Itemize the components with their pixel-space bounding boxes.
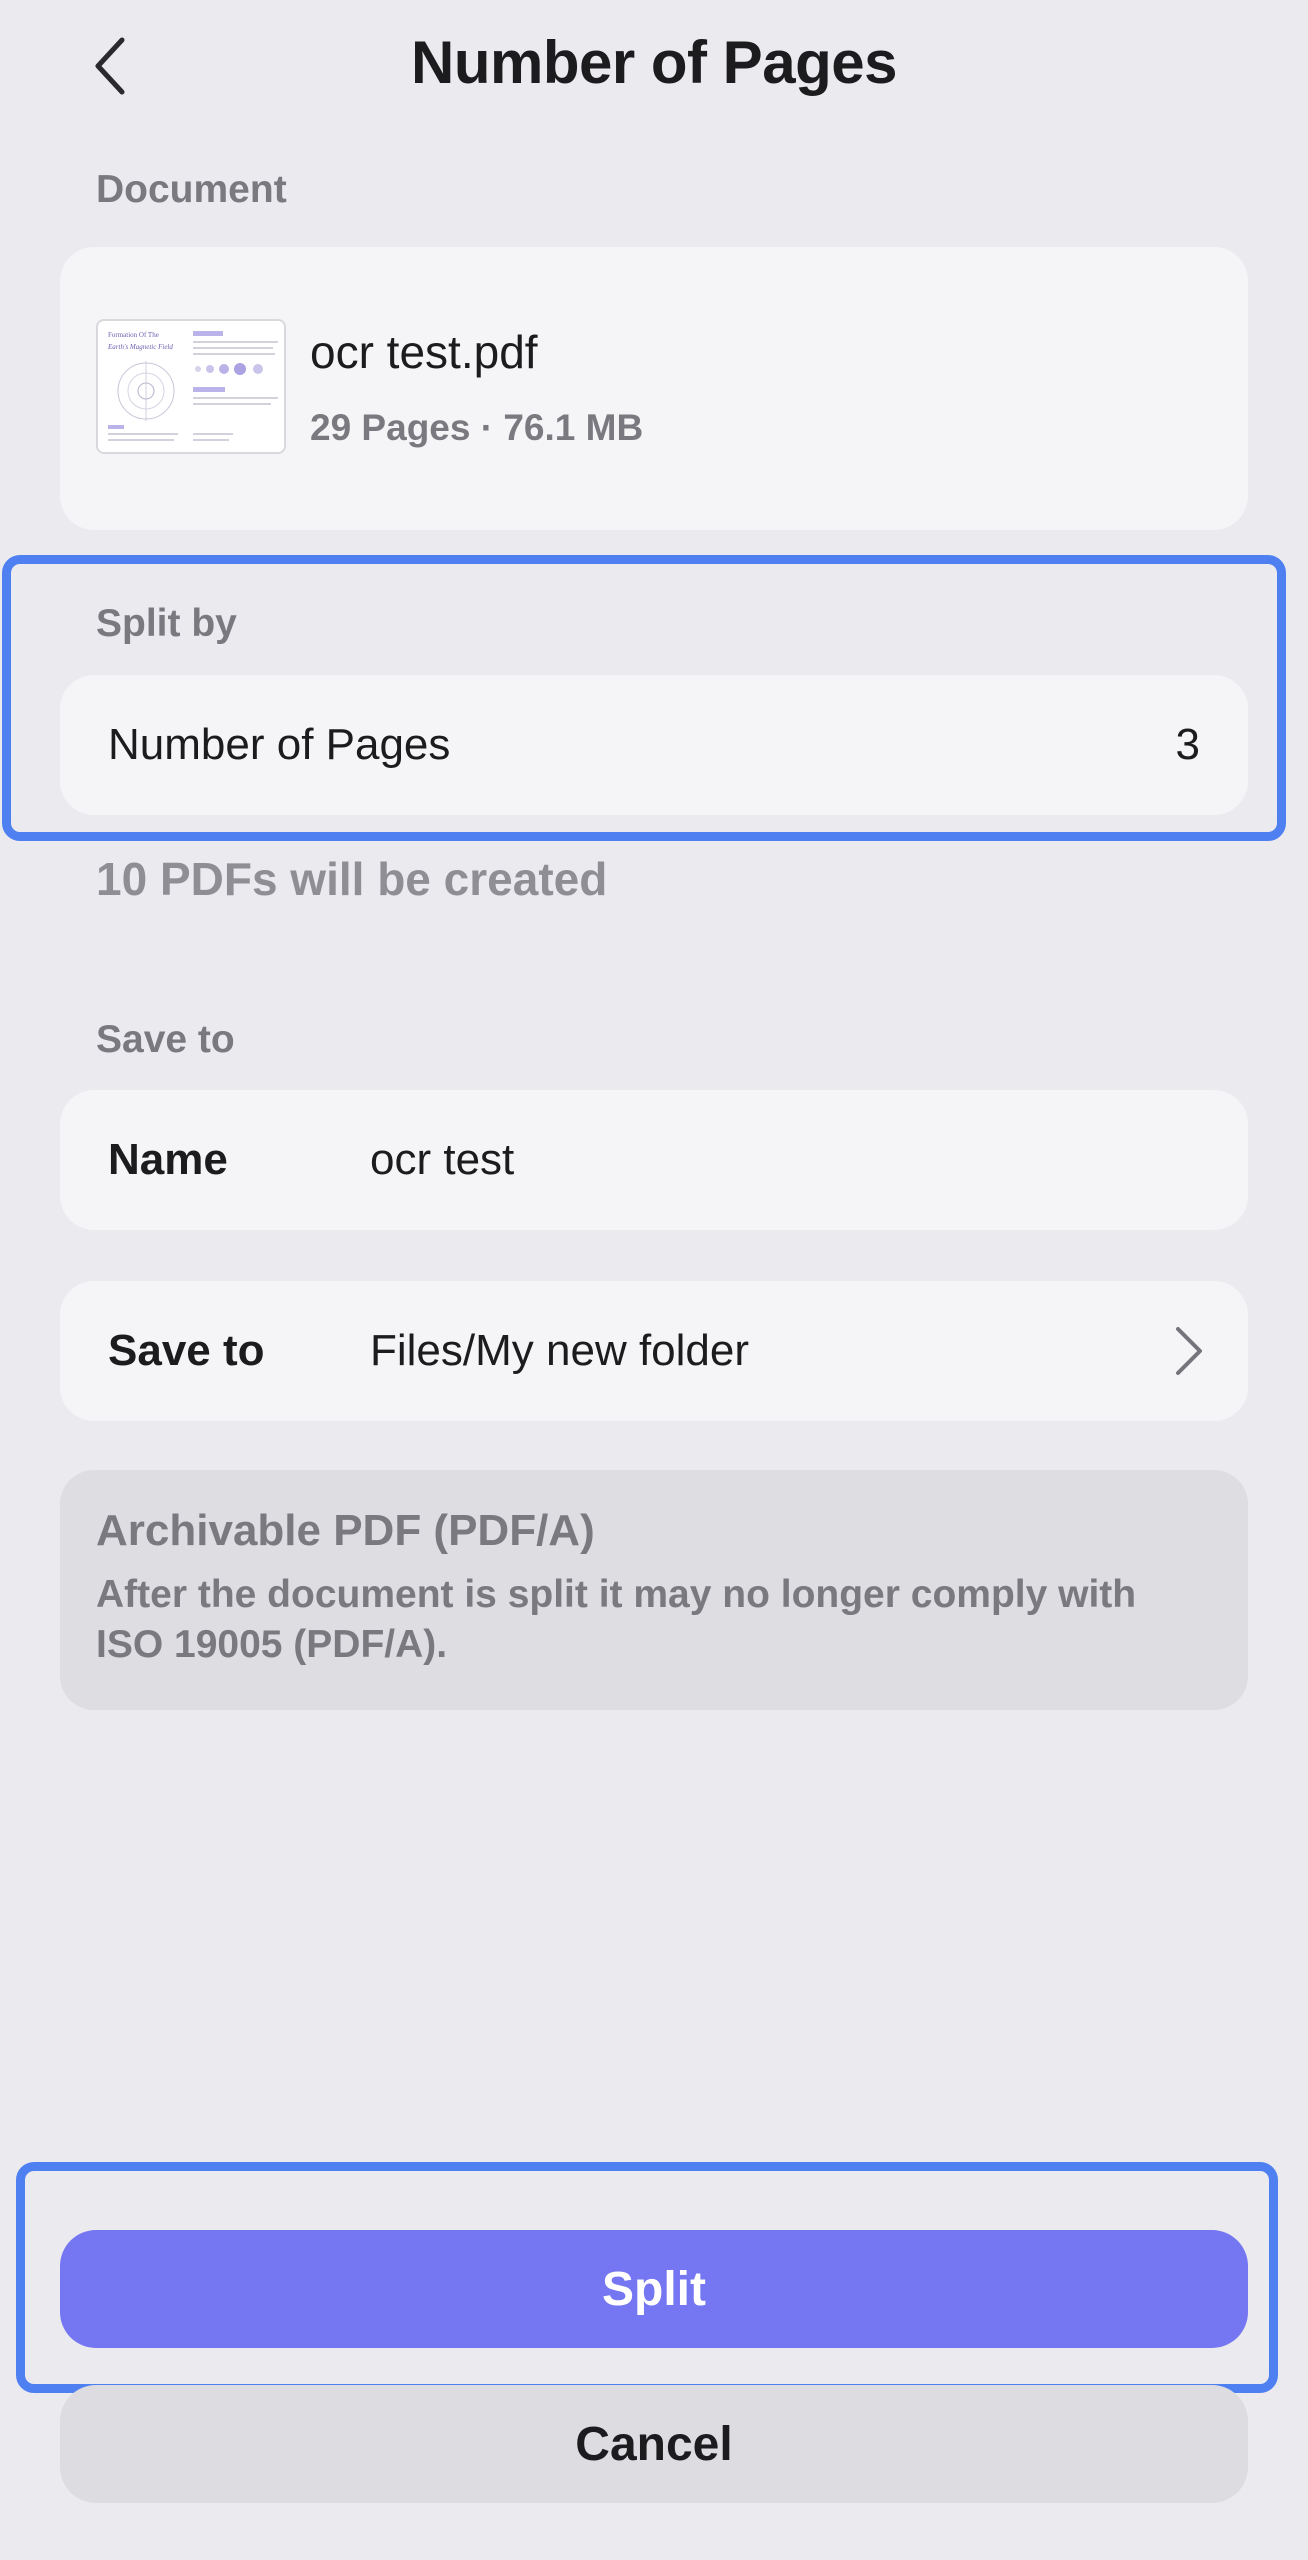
save-to-card[interactable]: Save to Files/My new folder (60, 1281, 1248, 1421)
document-meta: 29 Pages · 76.1 MB (310, 407, 644, 448)
svg-text:Formation Of The: Formation Of The (108, 331, 159, 339)
save-to-section-label: Save to (96, 1018, 235, 1061)
save-to-value: Files/My new folder (370, 1326, 750, 1375)
split-by-card[interactable]: Number of Pages 3 (60, 675, 1248, 815)
name-value[interactable]: ocr test (370, 1135, 514, 1185)
name-card[interactable]: Name ocr test (60, 1090, 1248, 1230)
split-by-row[interactable]: Number of Pages 3 (60, 675, 1248, 815)
save-to-row[interactable]: Save to Files/My new folder (60, 1281, 1248, 1421)
save-to-label: Save to (108, 1326, 265, 1375)
pdfa-text: After the document is split it may no lo… (96, 1573, 1137, 1666)
chevron-right-icon (1176, 1327, 1202, 1375)
document-card: Formation Of The Earth's Magnetic Field (60, 247, 1248, 530)
cancel-button[interactable]: Cancel (60, 2385, 1248, 2503)
document-section-label: Document (96, 168, 287, 211)
svg-text:Earth's Magnetic Field: Earth's Magnetic Field (107, 343, 173, 351)
split-by-value: 3 (1175, 720, 1200, 769)
split-by-label: Number of Pages (108, 720, 451, 769)
page-title: Number of Pages (411, 29, 897, 96)
split-button[interactable]: Split (60, 2230, 1248, 2348)
thumbnail-preview-icon: Formation Of The Earth's Magnetic Field (107, 331, 278, 441)
pdfs-created-note: 10 PDFs will be created (96, 853, 608, 905)
split-by-section-label: Split by (96, 602, 237, 645)
pdfa-notice-card: Archivable PDF (PDF/A) After the documen… (60, 1470, 1248, 1710)
name-row[interactable]: Name ocr test (60, 1090, 1248, 1230)
document-thumbnail: Formation Of The Earth's Magnetic Field (96, 319, 286, 454)
name-label: Name (108, 1135, 228, 1184)
document-file-name: ocr test.pdf (310, 326, 538, 378)
pdfa-title: Archivable PDF (PDF/A) (96, 1506, 595, 1555)
split-document-screen: Number of Pages Document Formation Of Th… (0, 0, 1308, 2560)
